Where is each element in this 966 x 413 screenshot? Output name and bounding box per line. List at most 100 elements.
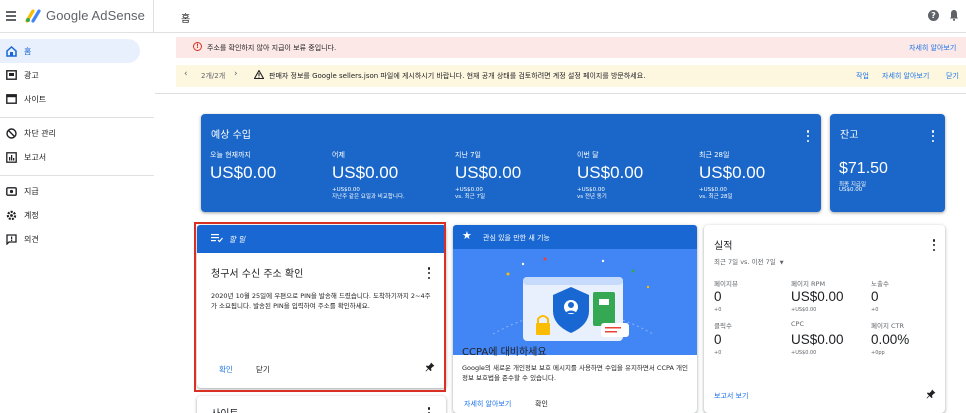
metric-value: 0	[714, 289, 722, 304]
earnings-compare: 지난주 같은 요일과 비교합니다.	[332, 194, 405, 200]
feature-card-header: ★ 관심 있을 만한 새 기능	[453, 225, 697, 249]
arrow-drop-down-icon: ▼	[779, 260, 784, 266]
earnings-value: US$0.00	[210, 163, 277, 182]
dismiss-link[interactable]: 닫기	[946, 71, 959, 81]
chevron-left-icon[interactable]: ‹	[184, 70, 188, 79]
earnings-label: 이번 달	[577, 151, 599, 159]
alert-banner-payment-hold: ! 주소를 확인하지 않아 지급이 보류 중입니다. 자세히 알아보기	[176, 37, 966, 58]
warning-icon	[253, 69, 265, 81]
metric-change: +US$0.00	[791, 350, 817, 356]
earnings-label: 오늘 현재까지	[210, 151, 251, 159]
earnings-today: 오늘 현재까지 US$0.00	[210, 150, 330, 183]
metric-change: +0	[871, 307, 879, 313]
sidebar-item-account[interactable]: 계정	[0, 203, 140, 227]
sidebar-item-label: 지급	[24, 187, 39, 196]
chevron-right-icon[interactable]: ›	[234, 70, 238, 79]
earnings-label: 지난 7일	[455, 151, 481, 159]
home-icon	[5, 45, 17, 57]
section-divider	[155, 93, 966, 94]
earnings-change: +US$0.00	[577, 187, 605, 193]
earnings-change: +US$0.00	[332, 187, 360, 193]
metric-value: 0	[714, 332, 722, 347]
metric-change: +0pp	[871, 350, 885, 356]
earnings-value: US$0.00	[699, 163, 766, 182]
earnings-value: US$0.00	[332, 163, 399, 182]
confirm-button[interactable]: 확인	[535, 399, 548, 409]
more-vert-icon[interactable]	[427, 407, 431, 413]
more-vert-icon[interactable]	[806, 130, 810, 142]
earnings-last-7-days: 지난 7일 US$0.00 +US$0.00 vs. 최근 7일	[455, 150, 575, 201]
balance-card: 잔고 $71.50 최종 지급일 US$0.00	[830, 114, 945, 212]
highlight-frame	[194, 222, 446, 392]
sidebar-item-payments[interactable]: 지급	[0, 179, 140, 203]
view-report-link[interactable]: 보고서 보기	[714, 391, 748, 401]
block-icon	[5, 127, 17, 139]
report-icon	[5, 151, 17, 163]
estimated-earnings-card: 예상 수입 오늘 현재까지 US$0.00 어제 US$0.00 +US$0.0…	[201, 114, 821, 212]
payment-icon	[5, 185, 17, 197]
earnings-value: US$0.00	[455, 163, 522, 182]
sidebar-item-sites[interactable]: 사이트	[0, 87, 140, 111]
settings-icon	[5, 209, 17, 221]
more-vert-icon[interactable]	[931, 130, 935, 142]
error-icon: !	[193, 42, 202, 51]
metric-value: 0.00%	[871, 332, 910, 347]
earnings-compare: vs. 최근 28일	[699, 194, 733, 200]
card-title: 잔고	[840, 130, 859, 141]
earnings-change: +US$0.00	[455, 187, 483, 193]
sidebar: 홈 광고 사이트 차단 관리 보고서 지급 계정 의견	[0, 34, 154, 413]
sidebar-divider	[0, 117, 154, 118]
adsense-logo-icon	[25, 9, 41, 23]
star-icon: ★	[462, 229, 472, 242]
sidebar-item-label: 차단 관리	[24, 129, 56, 138]
header-divider	[153, 0, 154, 33]
feature-title: CCPA에 대비하세요	[462, 347, 547, 358]
sidebar-item-home[interactable]: 홈	[0, 39, 140, 63]
metric-label: 페이지 RPM	[791, 280, 826, 288]
alert-banner-sellers-json: ‹ 2개/2개 › 판매자 정보를 Google sellers.json 파일…	[176, 65, 966, 87]
learn-more-link[interactable]: 자세히 알아보기	[464, 399, 511, 409]
sidebar-item-label: 보고서	[24, 153, 47, 162]
sidebar-item-label: 계정	[24, 211, 39, 220]
menu-icon[interactable]	[6, 11, 16, 21]
metric-label: 클릭수	[714, 322, 732, 330]
metric-label: 페이지뷰	[714, 280, 738, 288]
feature-card-header-label: 관심 있을 만한 새 기능	[483, 234, 550, 242]
page-title: 홈	[181, 14, 191, 25]
help-icon[interactable]: ?	[928, 10, 939, 21]
sites-card: 사이트	[197, 396, 446, 413]
earnings-value: US$0.00	[577, 163, 644, 182]
sidebar-item-ads[interactable]: 광고	[0, 63, 140, 87]
balance-value: $71.50	[839, 160, 888, 177]
earnings-yesterday: 어제 US$0.00 +US$0.00 지난주 같은 요일과 비교합니다.	[332, 150, 452, 201]
metric-label: 노출수	[871, 280, 889, 288]
earnings-compare: vs. 최근 7일	[455, 194, 486, 200]
earnings-label: 최근 28일	[699, 151, 730, 159]
metric-value: US$0.00	[791, 332, 844, 347]
card-title: 실적	[714, 241, 733, 252]
pin-icon[interactable]	[926, 389, 936, 401]
feature-body: Google의 새로운 개인정보 보호 메시지를 사용하면 수입을 유지하면서 …	[462, 364, 688, 382]
bell-icon[interactable]	[949, 9, 959, 21]
more-vert-icon[interactable]	[932, 239, 936, 251]
brand-title: Google AdSense	[46, 8, 145, 23]
new-feature-card: ★ 관심 있을 만한 새 기능 CCPA에 대비하세요 Google의 새로운 …	[453, 225, 697, 413]
metric-value: 0	[871, 289, 879, 304]
card-title: 사이트	[211, 405, 239, 413]
earnings-compare: vs 전년 동기	[577, 194, 607, 200]
learn-more-link[interactable]: 자세히 알아보기	[882, 71, 929, 81]
learn-more-link[interactable]: 자세히 알아보기	[909, 43, 956, 53]
earnings-label: 어제	[332, 151, 345, 159]
earnings-last-28-days: 최근 28일 US$0.00 +US$0.00 vs. 최근 28일	[699, 150, 819, 201]
sidebar-item-reports[interactable]: 보고서	[0, 145, 140, 169]
card-title: 예상 수입	[211, 130, 251, 141]
sidebar-item-blocking[interactable]: 차단 관리	[0, 121, 140, 145]
performance-card: 실적 최근 7일 vs. 이전 7일 ▼ 페이지뷰 0 +0 페이지 RPM U…	[704, 225, 945, 413]
period-selector[interactable]: 최근 7일 vs. 이전 7일 ▼	[714, 256, 784, 266]
sidebar-item-feedback[interactable]: 의견	[0, 227, 140, 251]
period-selector-label: 최근 7일 vs. 이전 7일	[714, 258, 776, 266]
metric-value: US$0.00	[791, 289, 844, 304]
action-link[interactable]: 작업	[856, 71, 869, 81]
privacy-illustration	[453, 249, 697, 355]
earnings-change: +US$0.00	[699, 187, 727, 193]
